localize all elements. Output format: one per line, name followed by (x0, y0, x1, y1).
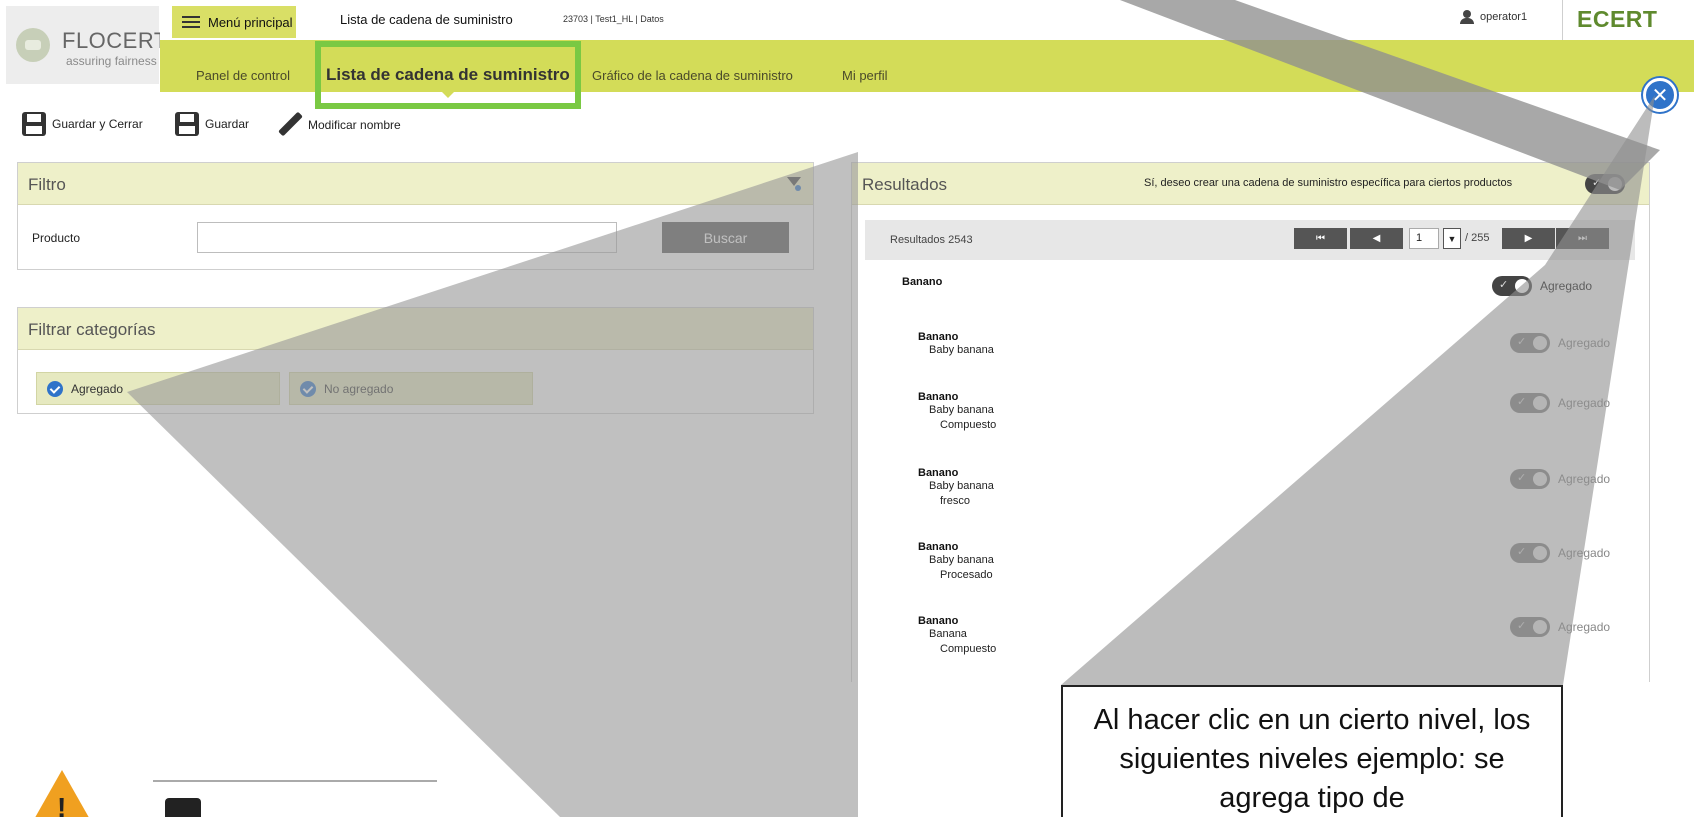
result-row-toggle[interactable]: Agregado (1510, 617, 1610, 637)
warning-exclamation: ! (57, 792, 67, 817)
specific-chain-label: Sí, deseo crear una cadena de suministro… (1144, 177, 1513, 189)
toggle-switch[interactable] (1510, 543, 1550, 563)
callout-box: Al hacer clic en un cierto nivel, los si… (1061, 685, 1563, 817)
flocert-logo[interactable]: FLOCERT assuring fairness (6, 6, 167, 84)
result-row-status: Agregado (1558, 396, 1611, 410)
results-count: Resultados 2543 (890, 234, 973, 246)
filter-funnel-icon[interactable] (787, 177, 801, 191)
group-toggle[interactable]: Agregado (1492, 276, 1592, 296)
toggle-switch[interactable] (1492, 276, 1532, 296)
logo-name: FLOCERT (62, 28, 168, 53)
product-input[interactable] (197, 222, 617, 253)
result-row-line: fresco (940, 495, 970, 507)
user-name: operator1 (1480, 11, 1528, 23)
floppy-icon (165, 798, 201, 817)
logo-mark-icon (16, 28, 50, 62)
tab-mi-perfil[interactable]: Mi perfil (842, 68, 888, 83)
divider (153, 780, 437, 782)
result-row-toggle[interactable]: Agregado (1510, 333, 1610, 353)
screen: FLOCERT assuring fairness Menú principal… (0, 0, 1694, 817)
save-label: Guardar (205, 117, 250, 131)
page-title: Lista de cadena de suministro (340, 12, 513, 27)
result-row-line: Baby banana (929, 404, 994, 416)
result-row-line: Baby banana (929, 554, 994, 566)
result-row-line: Compuesto (940, 643, 997, 655)
category-title: Filtrar categorías (28, 320, 156, 339)
prev-page-button[interactable]: ◀ (1350, 228, 1403, 249)
result-row-line: Baby banana (929, 480, 994, 492)
user-icon (1460, 10, 1474, 24)
toggle-switch[interactable] (1510, 469, 1550, 489)
save-and-close-button[interactable]: Guardar y Cerrar (22, 112, 143, 136)
result-row-line: Compuesto (940, 419, 997, 431)
main-menu-button[interactable]: Menú principal (172, 6, 296, 38)
category-panel-header: Filtrar categorías (18, 308, 813, 350)
rename-button[interactable]: Modificar nombre (276, 112, 401, 138)
brand-divider (1562, 0, 1563, 40)
result-row-line: Procesado (940, 569, 993, 581)
result-row-status: Agregado (1558, 336, 1611, 350)
hamburger-icon (182, 16, 200, 28)
first-page-button[interactable]: ⏮ (1294, 228, 1347, 249)
result-row-toggle[interactable]: Agregado (1510, 393, 1610, 413)
search-button[interactable]: Buscar (662, 222, 789, 253)
result-row-name: Banano (918, 467, 959, 479)
main-menu-label: Menú principal (208, 14, 293, 30)
result-row-line: Banana (929, 628, 967, 640)
result-row-name: Banano (918, 615, 959, 627)
result-row-name: Banano (918, 331, 959, 343)
tab-lista-cadena-suministro[interactable]: Lista de cadena de suministro (326, 65, 570, 85)
filter-panel-header: Filtro (18, 163, 813, 205)
toggle-switch[interactable] (1510, 333, 1550, 353)
chip-no-agregado-label: No agregado (324, 381, 394, 396)
toggle-switch[interactable] (1510, 393, 1550, 413)
group-status: Agregado (1540, 279, 1593, 293)
specific-chain-toggle[interactable] (1585, 174, 1625, 194)
rename-label: Modificar nombre (308, 118, 401, 132)
result-row-toggle[interactable]: Agregado (1510, 469, 1610, 489)
result-row-status: Agregado (1558, 472, 1611, 486)
logo-tagline: assuring fairness (66, 54, 157, 68)
page-input[interactable]: 1 (1409, 228, 1439, 249)
filter-title: Filtro (28, 175, 66, 194)
results-title: Resultados (862, 175, 948, 194)
next-page-button[interactable]: ▶ (1502, 228, 1555, 249)
chip-agregado-label: Agregado (71, 381, 124, 396)
checked-icon (47, 380, 63, 397)
product-label: Producto (32, 231, 81, 245)
result-row-status: Agregado (1558, 546, 1611, 560)
tab-panel-de-control[interactable]: Panel de control (196, 68, 290, 83)
filter-panel: Filtro (17, 162, 814, 270)
result-row-toggle[interactable]: Agregado (1510, 543, 1610, 563)
active-tab-caret (441, 91, 455, 98)
result-row-status: Agregado (1558, 620, 1611, 634)
pencil-icon (276, 112, 302, 138)
floppy-icon (175, 112, 199, 136)
last-page-button[interactable]: ⏭ (1556, 228, 1609, 249)
total-pages: / 255 (1465, 232, 1490, 244)
checked-icon (300, 380, 316, 397)
toggle-switch[interactable] (1510, 617, 1550, 637)
tab-grafico-cadena[interactable]: Gráfico de la cadena de suministro (592, 68, 793, 83)
result-row-line: Baby banana (929, 344, 994, 356)
user-menu[interactable]: operator1 (1460, 10, 1527, 24)
save-and-close-label: Guardar y Cerrar (52, 117, 143, 131)
save-button[interactable]: Guardar (175, 112, 249, 136)
close-icon[interactable]: ✕ (1643, 78, 1677, 112)
chip-agregado[interactable]: Agregado (36, 372, 280, 405)
ecert-brand: ECERT (1577, 6, 1658, 32)
chip-no-agregado[interactable]: No agregado (289, 372, 533, 405)
result-row-name: Banano (918, 391, 959, 403)
context-breadcrumb: 23703 | Test1_HL | Datos (563, 14, 664, 24)
floppy-icon (22, 112, 46, 136)
chevron-down-icon[interactable]: ▼ (1443, 228, 1461, 249)
result-row-name: Banano (918, 541, 959, 553)
group-label: Banano (902, 276, 943, 288)
